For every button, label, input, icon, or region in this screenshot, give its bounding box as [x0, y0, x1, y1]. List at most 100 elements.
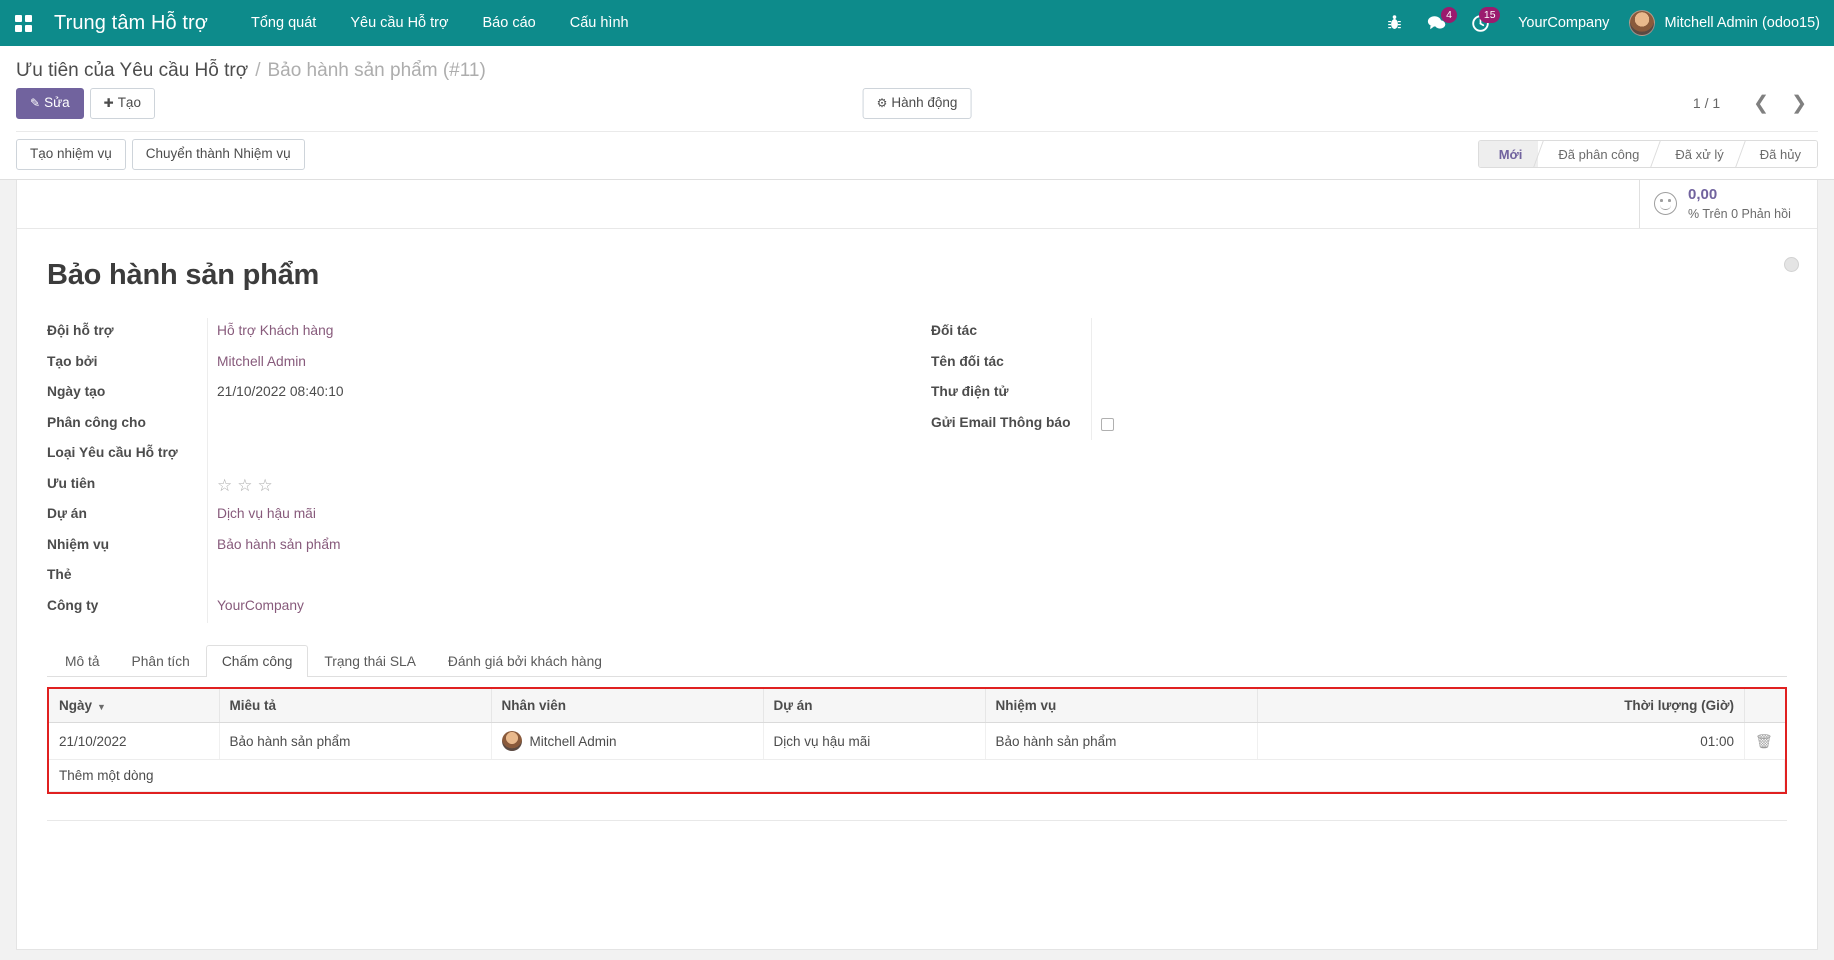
sheet-bottom-divider [47, 820, 1787, 821]
action-menu-button[interactable]: ⚙Hành động [863, 88, 972, 119]
tab-sla-status[interactable]: Trạng thái SLA [308, 645, 432, 677]
field-create-date: Ngày tạo 21/10/2022 08:40:10 [47, 379, 917, 410]
star-icon[interactable]: ☆ [237, 477, 252, 494]
trash-icon[interactable]: 🗑 [1755, 733, 1773, 749]
chevron-left-icon[interactable]: ❮ [1742, 94, 1780, 113]
stage-cancelled[interactable]: Đã hủy [1740, 141, 1817, 167]
field-team-label: Đội hỗ trợ [47, 318, 207, 343]
tab-customer-rating[interactable]: Đánh giá bởi khách hàng [432, 645, 618, 677]
field-tags: Thẻ [47, 562, 917, 593]
star-icon[interactable]: ☆ [217, 477, 232, 494]
table-row[interactable]: 21/10/2022 Bảo hành sản phẩm Mitchell Ad… [49, 723, 1785, 760]
field-company: Công ty YourCompany [47, 593, 917, 624]
add-line-cell: Thêm một dòng [49, 760, 1785, 792]
activity-badge: 15 [1479, 7, 1500, 23]
page-title: Bảo hành sản phẩm [47, 259, 1787, 292]
top-navbar: Trung tâm Hỗ trợ Tổng quát Yêu cầu Hỗ tr… [0, 0, 1834, 46]
tab-timesheets[interactable]: Chấm công [206, 645, 309, 677]
create-button[interactable]: ✚Tạo [90, 88, 155, 119]
column-header-date[interactable]: Ngày▼ [49, 689, 219, 723]
action-menu-wrapper: ⚙Hành động [863, 88, 972, 119]
tab-analysis[interactable]: Phân tích [116, 645, 206, 677]
user-menu[interactable]: Mitchell Admin (odoo15) [1625, 10, 1820, 36]
field-project-label: Dự án [47, 501, 207, 526]
field-create-date-value: 21/10/2022 08:40:10 [207, 379, 917, 410]
column-header-description[interactable]: Miêu tả [219, 689, 491, 723]
company-switcher[interactable]: YourCompany [1502, 15, 1625, 31]
caret-down-icon: ▼ [97, 702, 106, 712]
cell-task: Bảo hành sản phẩm [985, 723, 1257, 760]
menu-item-reporting[interactable]: Báo cáo [466, 0, 553, 46]
breadcrumb-parent[interactable]: Ưu tiên của Yêu cầu Hỗ trợ [16, 60, 248, 82]
activity-menu-button[interactable]: 15 [1459, 0, 1502, 46]
table-header-row: Ngày▼ Miêu tả Nhân viên Dự án Nhiệm vụ T… [49, 689, 1785, 723]
cell-actions: 🗑 [1745, 723, 1785, 760]
navbar-right: 4 15 YourCompany Mitchell Admin (odoo15) [1375, 0, 1820, 46]
edit-button[interactable]: ✎Sửa [16, 88, 84, 119]
priority-stars: ☆ ☆ ☆ [217, 476, 917, 494]
field-ticket-type: Loại Yêu cầu Hỗ trợ [47, 440, 917, 471]
pencil-icon: ✎ [30, 96, 40, 110]
stage-solved[interactable]: Đã xử lý [1655, 141, 1739, 167]
field-team: Đội hỗ trợ Hỗ trợ Khách hàng [47, 318, 917, 349]
field-team-value[interactable]: Hỗ trợ Khách hàng [207, 318, 917, 349]
cell-duration: 01:00 [1257, 723, 1745, 760]
field-send-email-value [1091, 410, 1787, 441]
field-ticket-type-value[interactable] [207, 440, 917, 471]
field-project-value[interactable]: Dịch vụ hậu mãi [207, 501, 917, 532]
rating-value: 0,00 [1688, 186, 1717, 203]
field-partner-name-value[interactable] [1091, 349, 1787, 380]
field-task-value[interactable]: Bảo hành sản phẩm [207, 532, 917, 563]
column-header-duration[interactable]: Thời lượng (Giờ) [1257, 689, 1745, 723]
create-task-button[interactable]: Tạo nhiệm vụ [16, 139, 126, 170]
star-icon[interactable]: ☆ [258, 477, 273, 494]
column-header-employee[interactable]: Nhân viên [491, 689, 763, 723]
stage-assigned[interactable]: Đã phân công [1538, 141, 1655, 167]
field-assigned-to-value[interactable] [207, 410, 917, 441]
send-email-checkbox[interactable] [1101, 418, 1114, 431]
apps-menu-button[interactable] [0, 0, 46, 46]
messages-badge: 4 [1441, 7, 1457, 23]
menu-item-configuration[interactable]: Cấu hình [553, 0, 646, 46]
breadcrumb-current: Bảo hành sản phẩm (#11) [267, 60, 485, 82]
chevron-right-icon[interactable]: ❯ [1780, 94, 1818, 113]
convert-to-task-button[interactable]: Chuyển thành Nhiệm vụ [132, 139, 305, 170]
kanban-state-dot[interactable] [1784, 257, 1799, 272]
field-tags-value[interactable] [207, 562, 917, 593]
field-task-label: Nhiệm vụ [47, 532, 207, 557]
field-created-by-value[interactable]: Mitchell Admin [207, 349, 917, 380]
app-brand[interactable]: Trung tâm Hỗ trợ [46, 12, 234, 35]
plus-icon: ✚ [104, 96, 114, 110]
field-partner-label: Đối tác [931, 318, 1091, 343]
main-menu: Tổng quát Yêu cầu Hỗ trợ Báo cáo Cấu hìn… [234, 0, 646, 46]
field-company-value[interactable]: YourCompany [207, 593, 917, 624]
stage-new[interactable]: Mới [1479, 141, 1539, 167]
add-a-line-button[interactable]: Thêm một dòng [59, 768, 154, 783]
field-project: Dự án Dịch vụ hậu mãi [47, 501, 917, 532]
breadcrumb: Ưu tiên của Yêu cầu Hỗ trợ / Bảo hành sả… [16, 46, 1818, 88]
rating-stat-button[interactable]: 0,00 % Trên 0 Phản hồi [1639, 180, 1817, 228]
messages-menu-button[interactable]: 4 [1414, 0, 1459, 46]
cell-date: 21/10/2022 [49, 723, 219, 760]
timesheet-table-body: 21/10/2022 Bảo hành sản phẩm Mitchell Ad… [49, 723, 1785, 792]
tab-description[interactable]: Mô tả [49, 645, 116, 677]
field-partner: Đối tác [931, 318, 1787, 349]
field-priority-label: Ưu tiên [47, 471, 207, 496]
column-header-project[interactable]: Dự án [763, 689, 985, 723]
cell-employee-name: Mitchell Admin [530, 734, 617, 749]
column-header-task[interactable]: Nhiệm vụ [985, 689, 1257, 723]
field-task: Nhiệm vụ Bảo hành sản phẩm [47, 532, 917, 563]
bug-icon[interactable] [1375, 0, 1414, 46]
field-tags-label: Thẻ [47, 562, 207, 587]
user-name-label: Mitchell Admin (odoo15) [1664, 15, 1820, 31]
field-assigned-to: Phân công cho [47, 410, 917, 441]
menu-item-tickets[interactable]: Yêu cầu Hỗ trợ [333, 0, 465, 46]
field-email-value[interactable] [1091, 379, 1787, 410]
menu-item-overview[interactable]: Tổng quát [234, 0, 333, 46]
breadcrumb-separator: / [255, 60, 260, 82]
form-column-right: Đối tác Tên đối tác Thư điện tử Gửi Emai… [917, 318, 1787, 623]
control-buttons-row: ✎Sửa ✚Tạo ⚙Hành động 1 / 1 ❮ ❯ [16, 88, 1818, 131]
pager-value: 1 / 1 [1693, 95, 1720, 111]
field-partner-value[interactable] [1091, 318, 1787, 349]
field-created-by: Tạo bởi Mitchell Admin [47, 349, 917, 380]
